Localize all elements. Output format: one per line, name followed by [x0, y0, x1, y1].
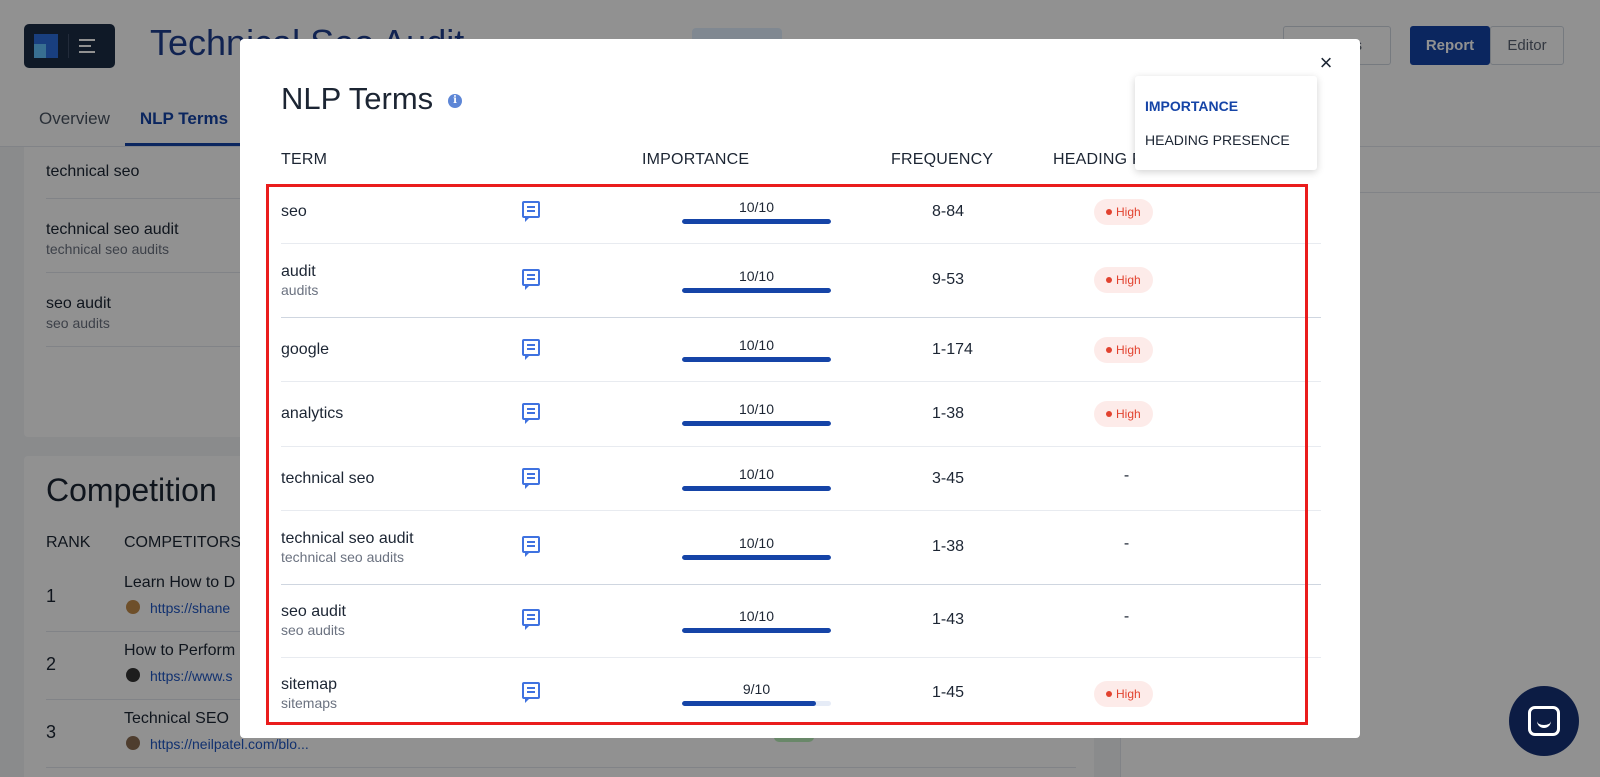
importance-bar	[682, 486, 831, 491]
importance-label: 9/10	[742, 681, 771, 697]
term-variant: audits	[281, 282, 319, 298]
table-row: analytics 10/10 1-38 High	[281, 382, 1321, 447]
importance-bar	[682, 628, 831, 633]
comment-icon[interactable]	[522, 468, 540, 489]
term-variant: sitemaps	[281, 695, 338, 711]
heading-presence-empty: -	[1123, 535, 1130, 552]
comment-icon[interactable]	[522, 536, 540, 557]
heading-presence-label: High	[1116, 687, 1141, 701]
heading-presence-cell: High	[1094, 681, 1153, 707]
comment-icon[interactable]	[522, 339, 540, 360]
importance-bar-fill	[682, 357, 831, 362]
table-row: sitemap sitemaps 9/10 1-45 High	[281, 658, 1321, 732]
importance-label: 10/10	[738, 535, 775, 551]
heading-presence-badge: High	[1094, 337, 1153, 363]
sort-dropdown: IMPORTANCE HEADING PRESENCE	[1135, 76, 1317, 170]
status-dot-icon	[1106, 276, 1112, 283]
frequency-value: 8-84	[932, 203, 965, 220]
heading-presence-badge: High	[1094, 267, 1153, 293]
status-dot-icon	[1106, 346, 1112, 353]
comment-icon[interactable]	[522, 269, 540, 290]
importance-label: 10/10	[738, 608, 775, 624]
status-dot-icon	[1106, 208, 1112, 215]
table-row: seo 10/10 8-84 High	[281, 183, 1321, 244]
term-name: technical seo	[281, 470, 375, 487]
term-column-header: TERM	[281, 151, 328, 168]
importance-bar-fill	[682, 628, 831, 633]
heading-presence-badge: High	[1094, 199, 1153, 225]
term-name: analytics	[281, 405, 344, 422]
term-name: seo	[281, 203, 307, 220]
heading-presence-badge: High	[1094, 401, 1153, 427]
heading-presence-cell: High	[1094, 337, 1153, 363]
heading-presence-empty: -	[1123, 467, 1130, 484]
importance-column-header[interactable]: IMPORTANCE	[642, 151, 749, 169]
heading-presence-cell: High	[1094, 401, 1153, 427]
frequency-value: 1-38	[932, 405, 965, 422]
sort-option-importance[interactable]: IMPORTANCE	[1145, 98, 1238, 114]
table-row: technical seo 10/10 3-45 -	[281, 447, 1321, 511]
importance-bar	[682, 288, 831, 293]
importance-label: 10/10	[738, 401, 775, 417]
term-name: sitemap	[281, 676, 338, 693]
importance-label: 10/10	[738, 337, 775, 353]
heading-presence-label: High	[1116, 407, 1141, 421]
heading-presence-cell: High	[1094, 199, 1153, 225]
importance-bar-fill	[682, 701, 817, 706]
importance-bar	[682, 219, 831, 224]
heading-presence-label: High	[1116, 273, 1141, 287]
frequency-value: 3-45	[932, 470, 965, 487]
comment-icon[interactable]	[522, 682, 540, 703]
sort-option-heading-presence[interactable]: HEADING PRESENCE	[1145, 132, 1290, 148]
chat-widget-button[interactable]	[1509, 686, 1579, 756]
table-row: google 10/10 1-174 High	[281, 318, 1321, 382]
term-name: technical seo audit	[281, 530, 414, 547]
heading-presence-label: High	[1116, 205, 1141, 219]
term-name: google	[281, 341, 330, 358]
nlp-terms-modal: × NLP Terms i TERM IMPORTANCE FREQUENCY …	[240, 39, 1360, 738]
status-dot-icon	[1106, 410, 1112, 417]
frequency-column-header[interactable]: FREQUENCY	[891, 151, 993, 169]
term-name: seo audit	[281, 603, 346, 620]
comment-icon[interactable]	[522, 609, 540, 630]
importance-bar-fill	[682, 486, 831, 491]
importance-bar-fill	[682, 555, 831, 560]
close-icon[interactable]: ×	[1314, 51, 1338, 75]
frequency-value: 9-53	[932, 271, 965, 288]
importance-bar-fill	[682, 421, 831, 426]
heading-presence-cell: High	[1094, 267, 1153, 293]
frequency-value: 1-174	[932, 341, 973, 358]
table-row: audit audits 10/10 9-53 High	[281, 244, 1321, 318]
importance-bar	[682, 701, 831, 706]
term-variant: seo audits	[281, 622, 345, 638]
chat-icon	[1528, 706, 1560, 736]
importance-bar	[682, 555, 831, 560]
term-variant: technical seo audits	[281, 549, 404, 565]
heading-presence-label: High	[1116, 343, 1141, 357]
importance-bar	[682, 421, 831, 426]
frequency-value: 1-45	[932, 684, 965, 701]
term-name: audit	[281, 263, 316, 280]
importance-bar	[682, 357, 831, 362]
importance-label: 10/10	[738, 199, 775, 215]
frequency-value: 1-38	[932, 538, 965, 555]
status-dot-icon	[1106, 690, 1112, 697]
heading-presence-badge: High	[1094, 681, 1153, 707]
importance-label: 10/10	[738, 466, 775, 482]
modal-title: NLP Terms	[281, 81, 434, 116]
comment-icon[interactable]	[522, 403, 540, 424]
importance-label: 10/10	[738, 268, 775, 284]
table-row: seo audit seo audits 10/10 1-43 -	[281, 585, 1321, 658]
heading-presence-cell: -	[1094, 467, 1159, 485]
importance-bar-fill	[682, 288, 831, 293]
comment-icon[interactable]	[522, 201, 540, 222]
table-row: technical seo audit technical seo audits…	[281, 511, 1321, 585]
heading-presence-empty: -	[1123, 608, 1130, 625]
heading-presence-column-header[interactable]: HEADING P	[1053, 151, 1143, 169]
heading-presence-cell: -	[1094, 535, 1159, 553]
info-icon[interactable]: i	[448, 94, 462, 108]
heading-presence-cell: -	[1094, 608, 1159, 626]
frequency-value: 1-43	[932, 611, 965, 628]
importance-bar-fill	[682, 219, 831, 224]
